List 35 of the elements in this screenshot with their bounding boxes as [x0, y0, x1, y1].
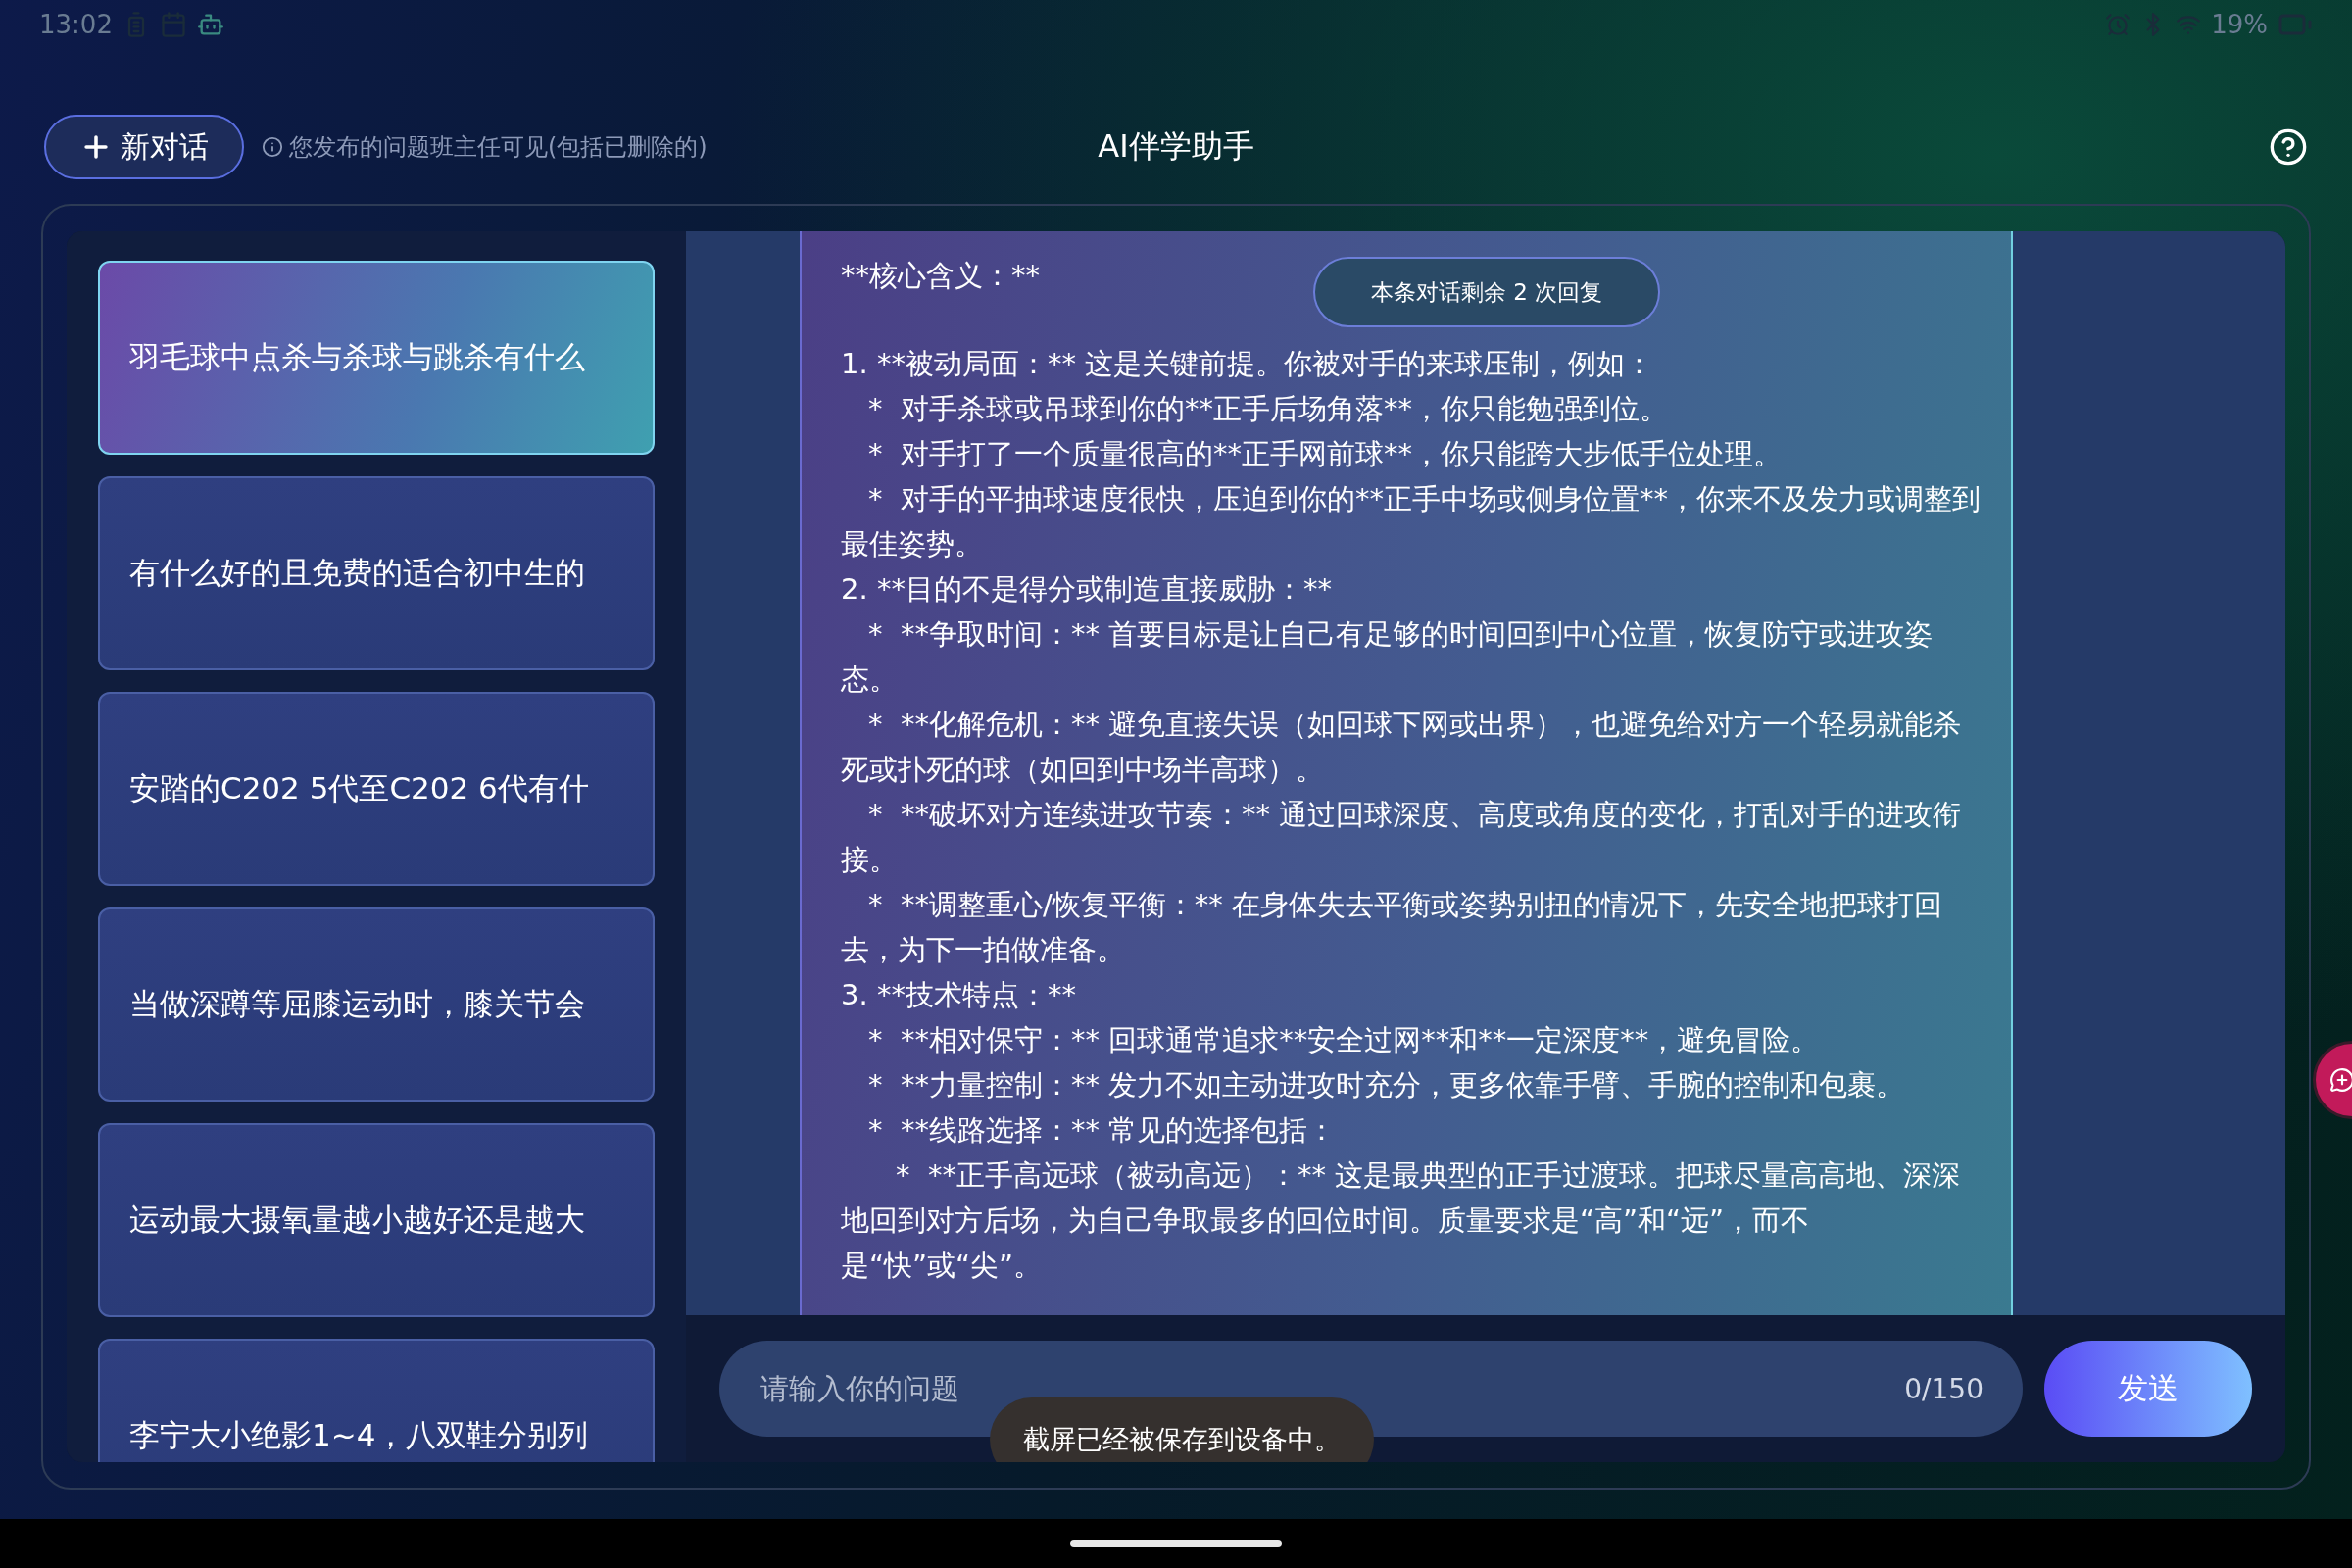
message-paragraph: * 对手杀球或吊球到你的**正手后场角落**，你只能勉强到位。: [867, 391, 1669, 427]
visibility-notice: 您发布的问题班主任可见(包括已删除的): [289, 132, 708, 163]
message-paragraph: 2. **目的不是得分或制造直接威胁：**: [841, 571, 1333, 608]
character-counter: 0/150: [1904, 1372, 1984, 1405]
conversation-item[interactable]: 有什么好的且免费的适合初中生的: [98, 476, 655, 670]
conversation-item[interactable]: 当做深蹲等屈膝运动时，膝关节会: [98, 907, 655, 1102]
conversation-item[interactable]: 羽毛球中点杀与杀球与跳杀有什么: [98, 261, 655, 455]
new-chat-button[interactable]: 新对话: [44, 115, 244, 179]
screenshot-toast: 截屏已经被保存到设备中。: [990, 1397, 1374, 1462]
info-icon: [262, 136, 283, 158]
message-paragraph: * **相对保守：** 回球通常追求**安全过网**和**一定深度**，避免冒险。: [867, 1022, 1821, 1058]
message-paragraph: * **化解危机：** 避免直接失误（如回球下网或出界），也避免给对方一个轻易就能杀死或扑死的球（如回到中场半高球）。: [841, 707, 1963, 788]
alarm-icon: [2105, 12, 2132, 37]
message-paragraph: * **争取时间：** 首要目标是让自己有足够的时间回到中心位置，恢复防守或进攻姿态。: [841, 616, 1935, 698]
chat-plus-icon: [2329, 1067, 2352, 1093]
message-paragraph: * **正手高远球（被动高远）：** 这是最典型的正手过渡球。把球尽量高高地、深深地回到对方后场，为自己争取最多的回位时间。质量要求是“高”和“远”，而不: [841, 1157, 1962, 1239]
message-paragraph: * 对手打了一个质量很高的**正手网前球**，你只能跨大步低手位处理。: [867, 436, 1783, 472]
conversation-item[interactable]: 运动最大摄氧量越小越好还是越大: [98, 1123, 655, 1317]
conversation-item[interactable]: 安踏的C202 5代至C202 6代有什: [98, 692, 655, 886]
message-paragraph: 1. **被动局面：** 这是关键前提。你被对手的来球压制，例如：: [841, 346, 1655, 382]
battery-percent: 19%: [2211, 10, 2268, 39]
page-title: AI伴学助手: [1098, 126, 1254, 167]
message-paragraph: * 对手的平抽球速度很快，压迫到你的**正手中场或侧身位置**，你来不及发力或调整到最佳姿势。: [841, 481, 1982, 563]
message-paragraph: * **调整重心/恢复平衡：** 在身体失去平衡或姿势别扭的情况下，先安全地把球打回去，为下一拍做准备。: [841, 887, 1943, 968]
conversation-item[interactable]: 李宁大小绝影1~4，八双鞋分别列: [98, 1339, 655, 1462]
status-time: 13:02: [39, 10, 113, 39]
send-button[interactable]: 发送: [2044, 1341, 2252, 1437]
message-paragraph: * **破坏对方连续进攻节奏：** 通过回球深度、高度或角度的变化，打乱对手的进攻衔接。: [841, 797, 1963, 878]
message-paragraph: 是“快”或“尖”。: [841, 1248, 1044, 1284]
message-paragraph: * **线路选择：** 常见的选择包括：: [867, 1112, 1338, 1149]
message-paragraph: 3. **技术特点：**: [841, 977, 1077, 1013]
message-heading: **核心含义：**: [841, 258, 1040, 294]
help-icon[interactable]: [2269, 127, 2308, 167]
message-paragraph: * **力量控制：** 发力不如主动进攻时充分，更多依靠手臂、手腕的控制和包裹。: [867, 1067, 1906, 1103]
remaining-replies-badge: 本条对话剩余 2 次回复: [1313, 257, 1660, 327]
